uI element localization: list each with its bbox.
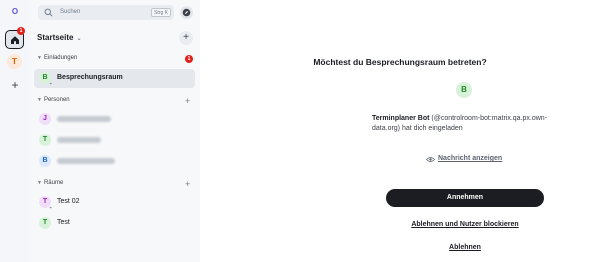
search-placeholder: Suchen: [60, 9, 81, 15]
room-item[interactable]: T ⚭ Test 02: [34, 193, 195, 212]
chevron-down-icon: ▼: [37, 55, 42, 61]
search-icon: [44, 8, 53, 17]
person-avatar: T: [39, 134, 51, 146]
add-room-section-button[interactable]: +: [185, 180, 190, 189]
room-list-panel: Suchen Strg K Startseite ⌄ + ▼ Einladungen…: [31, 0, 200, 262]
inviter-name: Terminplaner Bot: [372, 115, 430, 122]
decline-button[interactable]: Ablehnen: [386, 244, 544, 251]
section-label: Räume: [43, 180, 64, 186]
home-title-label: Startseite: [37, 33, 74, 42]
dm-item[interactable]: B: [34, 152, 195, 171]
chevron-down-icon: ⌄: [76, 36, 82, 42]
room-avatar-large: B: [456, 82, 472, 98]
redacted-name: [57, 137, 101, 143]
link-icon: ⚭: [49, 81, 53, 86]
chevron-down-icon: ▼: [37, 97, 42, 103]
invites-count-badge: 1: [185, 55, 193, 63]
room-item-invite[interactable]: B ⚭ Besprechungsraum: [34, 69, 195, 88]
dm-item[interactable]: J: [34, 110, 195, 129]
room-avatar: T: [39, 217, 51, 229]
section-label: Einladungen: [43, 55, 78, 61]
add-person-button[interactable]: +: [185, 97, 190, 106]
redacted-name: [57, 116, 111, 122]
home-title[interactable]: Startseite ⌄: [37, 33, 82, 42]
section-label: Personen: [43, 97, 70, 103]
room-name: Test 02: [57, 198, 80, 205]
inviter-text: Terminplaner Bot (@controlroom-bot:matri…: [372, 114, 560, 134]
home-notification-badge: 1: [17, 27, 25, 35]
link-icon: ⚭: [49, 205, 53, 210]
user-avatar[interactable]: O: [8, 5, 22, 19]
room-name: Test: [57, 219, 70, 226]
person-avatar: J: [39, 113, 51, 125]
search-shortcut: Strg K: [151, 8, 171, 17]
explore-rooms-button[interactable]: [180, 6, 193, 19]
space-bar: O 1 T +: [0, 0, 31, 262]
view-message-link[interactable]: Nachricht anzeigen: [426, 155, 502, 162]
room-name: Besprechungsraum: [57, 74, 123, 81]
person-avatar: B: [39, 155, 51, 167]
decline-and-block-button[interactable]: Ablehnen und Nutzer blockieren: [386, 221, 544, 228]
search-field[interactable]: Suchen Strg K: [38, 5, 174, 20]
section-header-invites[interactable]: ▼ Einladungen: [37, 55, 77, 61]
eye-icon: [426, 157, 435, 162]
chevron-down-icon: ▼: [37, 180, 42, 186]
compass-icon: [182, 8, 191, 17]
section-header-people[interactable]: ▼ Personen: [37, 97, 70, 103]
add-room-button[interactable]: +: [179, 31, 193, 45]
section-header-rooms[interactable]: ▼ Räume: [37, 180, 63, 186]
home-icon: [11, 36, 19, 44]
room-item[interactable]: T Test: [34, 214, 195, 233]
invite-title: Möchtest du Besprechungsraum betreten?: [313, 57, 487, 67]
dm-item[interactable]: T: [34, 131, 195, 150]
space-avatar[interactable]: T: [7, 54, 22, 69]
create-space-button[interactable]: +: [8, 78, 22, 92]
redacted-name: [57, 158, 115, 164]
accept-button[interactable]: Annehmen: [386, 189, 544, 207]
view-message-label: Nachricht anzeigen: [438, 155, 503, 162]
